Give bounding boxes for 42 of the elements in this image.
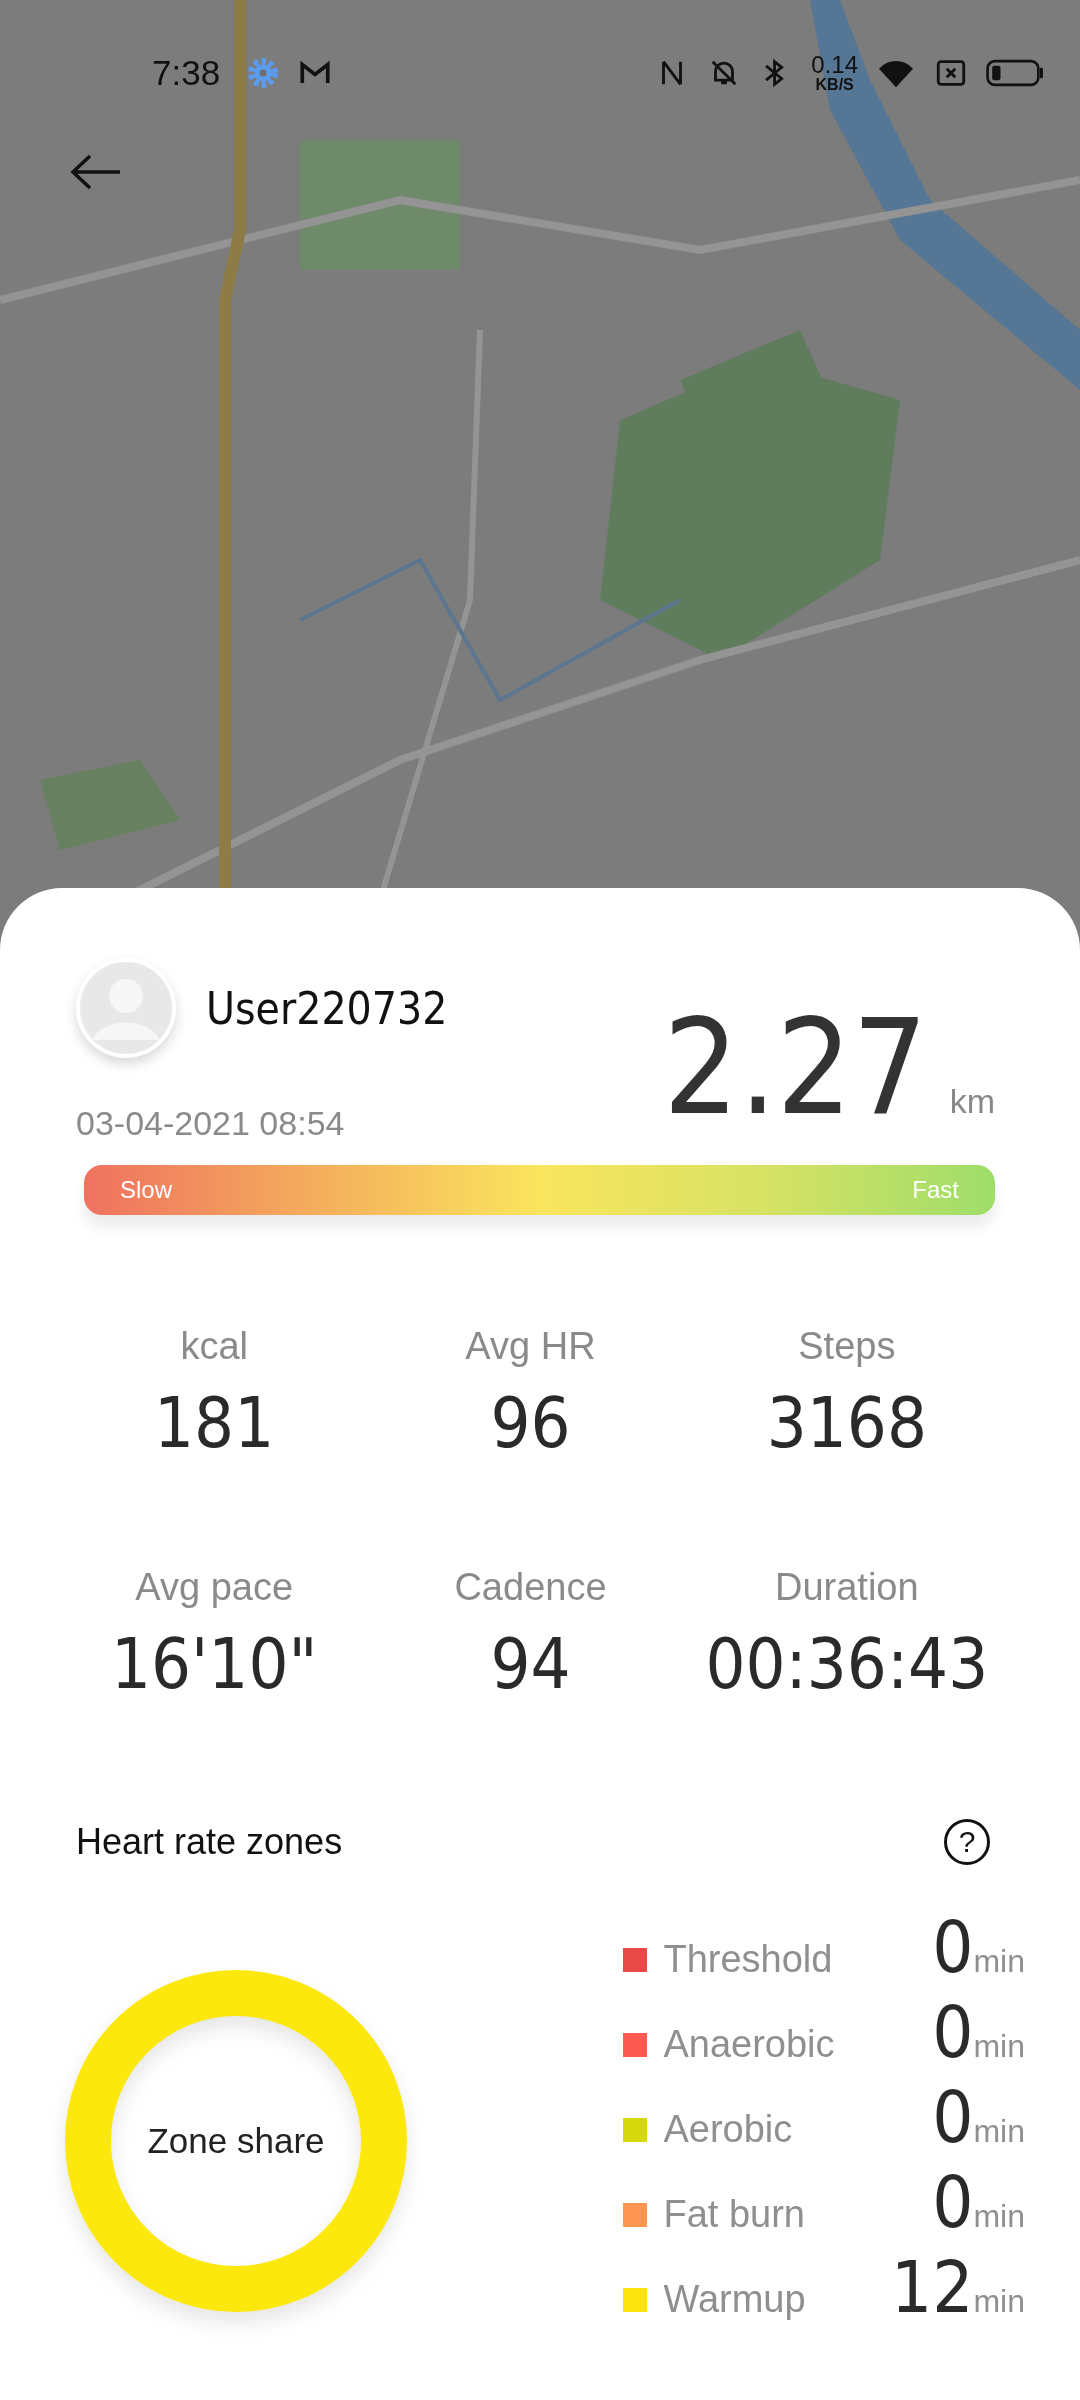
workout-date: 03-04-2021 08:54 [76,1104,346,1143]
stat-value: 16'10" [110,1629,318,1699]
zone-unit: min [973,2283,1025,2320]
zone-minutes: 0 [931,2081,974,2153]
zone-name: Fat burn [663,2193,806,2236]
zone-minutes: 0 [931,2166,974,2238]
ring-label: Zone share [146,2121,326,2161]
back-icon[interactable] [70,154,122,190]
stat-label: Duration [775,1566,919,1609]
user-name: User220732 [206,982,448,1034]
stat-label: kcal [180,1325,248,1368]
status-time: 7:38 [152,53,221,93]
zone-minutes: 0 [931,1996,974,2068]
distance-unit: km [949,1082,995,1121]
zone-name: Aerobic [663,2108,794,2151]
section-title: Heart rate zones [76,1821,343,1863]
zone-name: Warmup [663,2278,807,2321]
zone-minutes: 12 [890,2251,974,2323]
network-speed-unit: KB/S [815,77,854,93]
zone-unit: min [973,2198,1025,2235]
stat-value: 00:36:43 [705,1629,989,1699]
stat-value: 96 [490,1388,571,1458]
stat-value: 181 [154,1388,275,1458]
zone-minutes: 0 [931,1911,974,1983]
network-speed: 0.14 [811,53,858,77]
stat-value: 94 [490,1629,571,1699]
stat-label: Steps [798,1325,896,1368]
stat-label: Avg pace [135,1566,294,1609]
zone-name: Anaerobic [663,2023,836,2066]
distance-value: 2.27 [663,1001,928,1133]
stat-label: Avg HR [465,1325,596,1368]
slow-label: Slow [120,1176,173,1204]
stat-label: Cadence [454,1566,607,1609]
fast-label: Fast [912,1176,959,1204]
gear-icon [246,56,281,90]
zone-unit: min [973,2028,1025,2065]
zone-name: Threshold [663,1938,834,1981]
stat-value: 3168 [766,1388,927,1458]
zone-unit: min [973,1943,1025,1980]
zone-unit: min [973,2113,1025,2150]
battery-icon [986,59,1044,87]
help-icon[interactable]: ? [944,1819,990,1865]
